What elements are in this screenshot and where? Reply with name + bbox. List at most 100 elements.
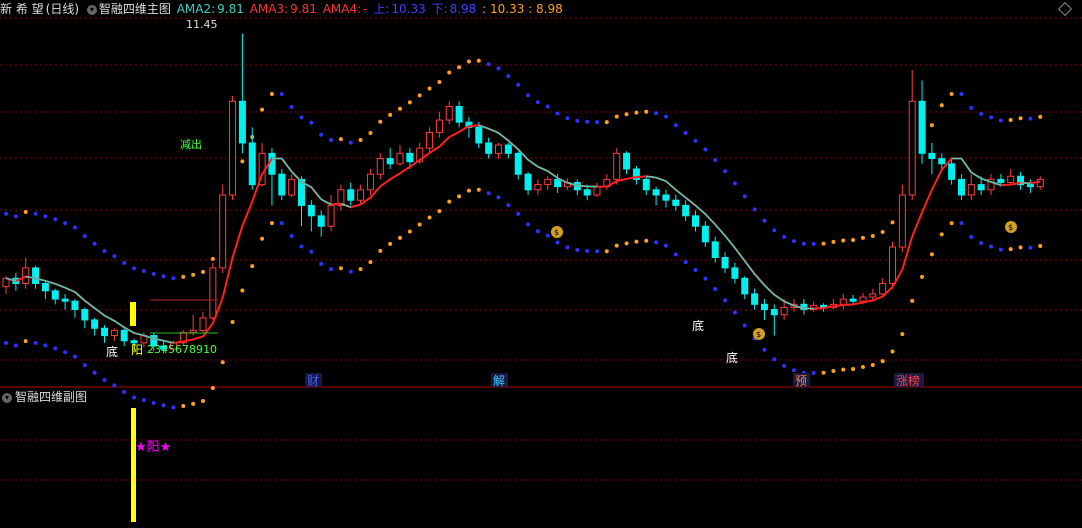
lower-band-dot xyxy=(732,310,737,315)
upper-band-dot xyxy=(565,116,570,121)
band-dots xyxy=(4,58,1043,410)
candle-body xyxy=(209,267,217,319)
upper-band-dot xyxy=(851,237,856,242)
candle-body xyxy=(307,204,315,217)
candle-body xyxy=(534,184,542,191)
bottom-label: 底 xyxy=(106,344,118,359)
upper-band-dot xyxy=(201,269,205,274)
candle-body xyxy=(593,186,601,196)
candle-body xyxy=(61,298,69,302)
upper-band-dot xyxy=(624,112,629,117)
upper-band-dot xyxy=(959,92,964,97)
lower-band-dot xyxy=(171,405,176,410)
upper-band-dot xyxy=(181,274,186,279)
upper-band-dot xyxy=(378,119,383,124)
candle-body xyxy=(544,178,552,186)
lower-band-dot xyxy=(427,215,432,220)
lower-band-dot xyxy=(989,244,993,249)
candle-body xyxy=(898,194,906,248)
upper-band-dot xyxy=(33,211,38,216)
lower-band-dot xyxy=(614,243,619,248)
upper-band-dot xyxy=(792,239,796,244)
candle-body xyxy=(406,152,414,163)
candle-body xyxy=(514,152,522,175)
lower-band-dot xyxy=(683,260,688,265)
lower-band-dot xyxy=(998,247,1003,252)
candle-body xyxy=(672,199,680,206)
lower-band-dot xyxy=(92,370,97,375)
lower-band-dot xyxy=(634,239,639,244)
lower-band-dot xyxy=(378,248,383,253)
upper-band-dot xyxy=(929,123,934,128)
upper-band-dot xyxy=(191,272,196,277)
candle-body xyxy=(623,152,631,170)
upper-band-dot xyxy=(43,214,48,219)
upper-band-dot xyxy=(122,260,127,265)
lower-band-dot xyxy=(260,236,265,241)
lower-band-dot xyxy=(860,364,865,369)
upper-band-dot xyxy=(329,137,334,142)
lower-band-dot xyxy=(319,261,324,266)
candle-body xyxy=(879,283,887,295)
upper-band-dot xyxy=(989,115,993,120)
upper-band-dot xyxy=(1008,118,1013,123)
candle-body xyxy=(376,158,384,175)
upper-band-dot xyxy=(949,92,954,97)
sell-label: 减出 xyxy=(180,137,202,151)
candle-body xyxy=(288,178,296,196)
lower-band-dot xyxy=(151,401,156,406)
sub-signal-label: ★阳★ xyxy=(135,440,171,455)
upper-band-dot xyxy=(338,137,343,142)
upper-band-dot xyxy=(279,92,284,97)
upper-band-dot xyxy=(398,106,402,111)
lower-band-dot xyxy=(663,243,668,248)
lower-band-dot xyxy=(585,248,590,253)
upper-band-dot xyxy=(23,210,28,215)
lower-band-dot xyxy=(348,269,353,274)
candle-body xyxy=(32,267,40,285)
lower-band-dot xyxy=(851,367,856,372)
lower-band-dot xyxy=(23,339,28,344)
upper-band-dot xyxy=(63,221,68,226)
upper-band-dot xyxy=(860,235,865,240)
upper-band-dot xyxy=(772,228,777,233)
candle-body xyxy=(504,144,512,154)
candle-body xyxy=(967,184,975,196)
lower-band-dot xyxy=(112,383,117,388)
candle-body xyxy=(238,100,246,144)
candle-body xyxy=(682,204,690,217)
upper-band-dot xyxy=(506,74,511,79)
candle-body xyxy=(268,152,276,175)
lower-band-dot xyxy=(1028,245,1033,250)
lower-band-dot xyxy=(289,234,294,239)
upper-band-dot xyxy=(161,274,166,279)
candle-body xyxy=(918,100,926,154)
upper-band-dot xyxy=(614,114,619,119)
lower-band-dot xyxy=(703,276,708,281)
lower-band-dot xyxy=(240,288,245,293)
candle-body xyxy=(189,329,197,333)
upper-band-dot xyxy=(4,211,8,216)
lower-band-dot xyxy=(939,232,944,237)
candle-body xyxy=(1036,178,1044,188)
candle-body xyxy=(445,106,453,121)
lower-band-dot xyxy=(506,203,511,208)
upper-band-dot xyxy=(880,229,885,234)
event-marker: 解 xyxy=(493,374,505,388)
candle-body xyxy=(524,173,532,191)
lower-band-dot xyxy=(772,357,777,362)
price-chart[interactable]: 11.45底底底阳 2345678910减出财解预涨榜$$$ ★阳★ xyxy=(0,0,1082,528)
candle-body xyxy=(435,119,443,134)
candle-body xyxy=(938,158,946,165)
lower-band-dot xyxy=(466,188,471,193)
high-price-label: 11.45 xyxy=(186,18,218,31)
upper-band-dot xyxy=(496,66,501,71)
lower-band-dot xyxy=(654,240,659,245)
lower-band-dot xyxy=(900,332,905,337)
candle-body xyxy=(455,106,463,123)
lower-band-dot xyxy=(890,349,895,354)
lower-band-dot xyxy=(535,229,540,234)
lower-band-dot xyxy=(437,209,442,214)
candle-body xyxy=(751,293,759,305)
upper-band-dot xyxy=(269,92,274,97)
